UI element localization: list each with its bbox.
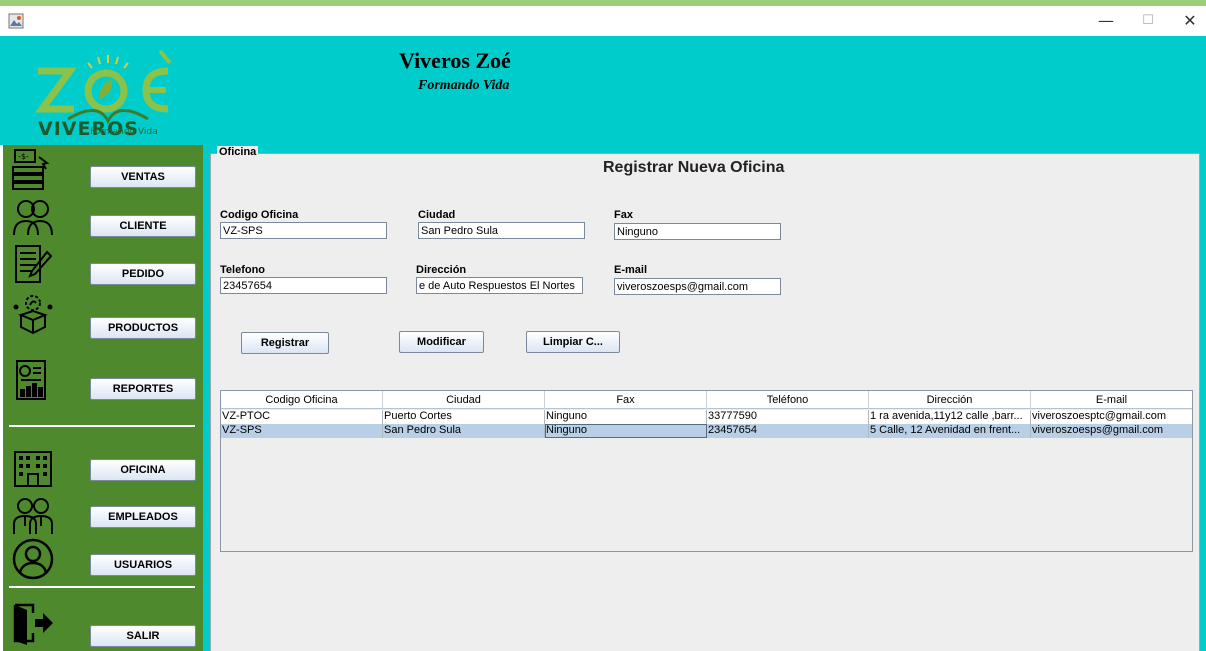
oficina-panel: Oficina Registrar Nueva Oficina Codigo O… (210, 146, 1200, 651)
nav-usuarios-button[interactable]: USUARIOS (90, 554, 196, 576)
fax-field[interactable]: Ninguno (614, 223, 781, 240)
column-header[interactable]: E-mail (1031, 391, 1192, 409)
order-form-icon (15, 245, 53, 283)
main-content: Oficina Registrar Nueva Oficina Codigo O… (203, 145, 1206, 651)
table-row[interactable]: VZ-PTOC Puerto Cortes Ninguno 33777590 1… (221, 410, 1192, 424)
table-cell: Puerto Cortes (383, 410, 545, 424)
table-cell: 1 ra avenida,11y12 calle ,barr... (869, 410, 1031, 424)
report-chart-icon (16, 360, 46, 400)
table-header: Codigo Oficina Ciudad Fax Teléfono Direc… (221, 391, 1192, 409)
sidebar: -$- VENTAS CLIENTE PEDIDO PRODUCTOS REPO… (3, 145, 203, 651)
column-header[interactable]: Fax (545, 391, 707, 409)
table-cell: VZ-PTOC (221, 410, 383, 424)
table-cell: viveroszoesptc@gmail.com (1032, 410, 1167, 422)
registrar-button[interactable]: Registrar (241, 332, 329, 354)
table-cell: 5 Calle, 12 Avenidad en frent... (869, 424, 1031, 438)
nav-pedido-button[interactable]: PEDIDO (90, 263, 196, 285)
column-header[interactable]: Dirección (869, 391, 1031, 409)
column-header[interactable]: Ciudad (383, 391, 545, 409)
office-building-icon (14, 451, 52, 487)
ciudad-field[interactable]: San Pedro Sula (418, 222, 585, 239)
direccion-label: Dirección (416, 264, 467, 276)
ciudad-label: Ciudad (418, 209, 456, 221)
app-title: Viveros Zoé (399, 48, 511, 73)
nav-reportes-button[interactable]: REPORTES (90, 378, 196, 400)
telefono-field[interactable]: 23457654 (220, 277, 387, 294)
sidebar-separator (9, 425, 195, 427)
nav-salir-button[interactable]: SALIR (90, 625, 196, 647)
email-label: E-mail (614, 264, 648, 276)
table-row-selected[interactable]: VZ-SPS San Pedro Sula Ninguno 23457654 5… (221, 424, 1192, 438)
nav-oficina-button[interactable]: OFICINA (90, 459, 196, 481)
nav-empleados-button[interactable]: EMPLEADOS (90, 506, 196, 528)
telefono-label: Telefono (220, 264, 266, 276)
table-cell: San Pedro Sula (383, 424, 545, 438)
nav-productos-button[interactable]: PRODUCTOS (90, 317, 196, 339)
form-title: Registrar Nueva Oficina (603, 159, 785, 176)
codigo-oficina-field[interactable]: VZ-SPS (220, 222, 387, 239)
logo-subtitle: Formando Vida (90, 127, 158, 137)
user-circle-icon (12, 538, 54, 580)
app-tagline: Formando Vida (418, 78, 510, 93)
java-app-icon (8, 13, 24, 29)
limpiar-campos-button[interactable]: Limpiar C... (526, 331, 620, 353)
app-window: — ☐ ✕ VIVEROS Formando Vida Viveros Zoé … (0, 6, 1206, 651)
nav-ventas-button[interactable]: VENTAS (90, 166, 196, 188)
app-header: VIVEROS Formando Vida Viveros Zoé Forman… (0, 36, 1206, 145)
svg-text:-$-: -$- (18, 152, 29, 161)
customers-icon (13, 200, 53, 236)
close-button[interactable]: ✕ (1170, 10, 1206, 32)
oficinas-table[interactable]: Codigo Oficina Ciudad Fax Teléfono Direc… (220, 390, 1193, 552)
table-cell: Ninguno (545, 410, 707, 424)
minimize-button[interactable]: — (1086, 10, 1126, 32)
exit-door-icon (13, 603, 53, 645)
panel-group-title: Oficina (217, 146, 259, 158)
sidebar-separator (9, 586, 195, 588)
table-cell: 33777590 (707, 410, 869, 424)
column-header[interactable]: Codigo Oficina (221, 391, 383, 409)
title-bar: — ☐ ✕ (0, 6, 1206, 36)
plant-box-icon (13, 295, 53, 335)
modificar-button[interactable]: Modificar (399, 331, 484, 353)
email-field[interactable]: viveroszoesps@gmail.com (614, 278, 781, 295)
nav-cliente-button[interactable]: CLIENTE (90, 215, 196, 237)
cash-register-icon: -$- (12, 149, 50, 190)
direccion-field[interactable]: e de Auto Respuestos El Nortes (416, 277, 583, 294)
table-cell: viveroszoesps@gmail.com (1032, 424, 1163, 436)
table-cell: 23457654 (707, 424, 869, 438)
employees-icon (13, 498, 53, 534)
table-cell: VZ-SPS (221, 424, 383, 438)
maximize-button[interactable]: ☐ (1128, 10, 1168, 32)
table-cell: Ninguno (545, 424, 707, 438)
column-header[interactable]: Teléfono (707, 391, 869, 409)
codigo-label: Codigo Oficina (220, 209, 299, 221)
fax-label: Fax (614, 209, 633, 221)
